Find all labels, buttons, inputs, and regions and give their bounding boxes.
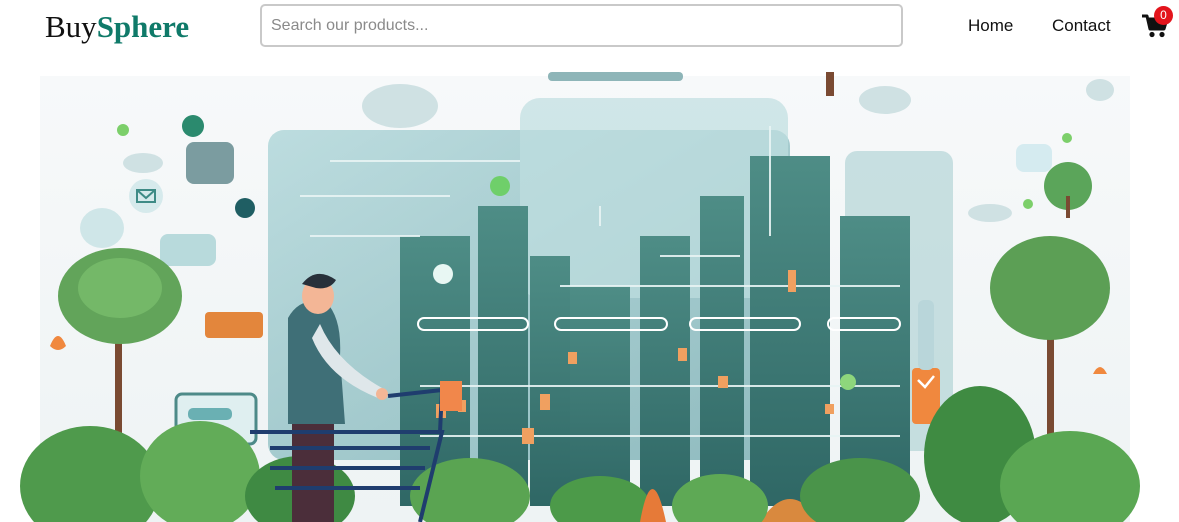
logo-text-sphere: Sphere [96, 9, 190, 44]
hero-banner [20, 72, 1140, 522]
cart-count-badge: 0 [1154, 6, 1173, 25]
logo-text-buy: Buy [45, 9, 97, 44]
nav-link-home[interactable]: Home [968, 16, 1013, 36]
navbar: BuySphere Home Contact 0 [0, 0, 1179, 56]
nav-link-contact[interactable]: Contact [1052, 16, 1111, 36]
brand-logo[interactable]: BuySphere [45, 8, 189, 46]
mail-bubble [129, 179, 163, 213]
search-input[interactable] [260, 4, 903, 47]
